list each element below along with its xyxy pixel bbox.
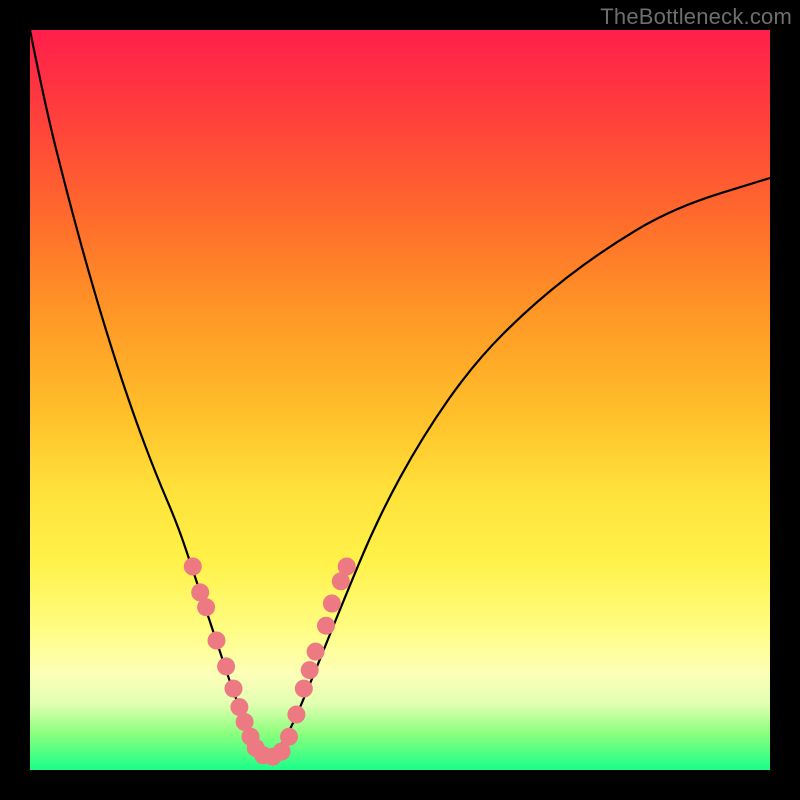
curve-marker <box>295 680 313 698</box>
curve-marker <box>307 643 325 661</box>
chart-frame: TheBottleneck.com <box>0 0 800 800</box>
curve-marker <box>225 680 243 698</box>
curve-marker <box>301 661 319 679</box>
bottleneck-curve <box>30 30 770 755</box>
curve-marker <box>217 657 235 675</box>
marker-group <box>184 558 356 766</box>
curve-marker <box>338 558 356 576</box>
watermark-text: TheBottleneck.com <box>600 4 792 30</box>
curve-marker <box>280 728 298 746</box>
curve-marker <box>287 706 305 724</box>
curve-marker <box>208 632 226 650</box>
plot-area <box>30 30 770 770</box>
curve-marker <box>197 598 215 616</box>
curve-marker <box>184 558 202 576</box>
chart-svg <box>30 30 770 770</box>
curve-marker <box>317 617 335 635</box>
curve-marker <box>323 595 341 613</box>
